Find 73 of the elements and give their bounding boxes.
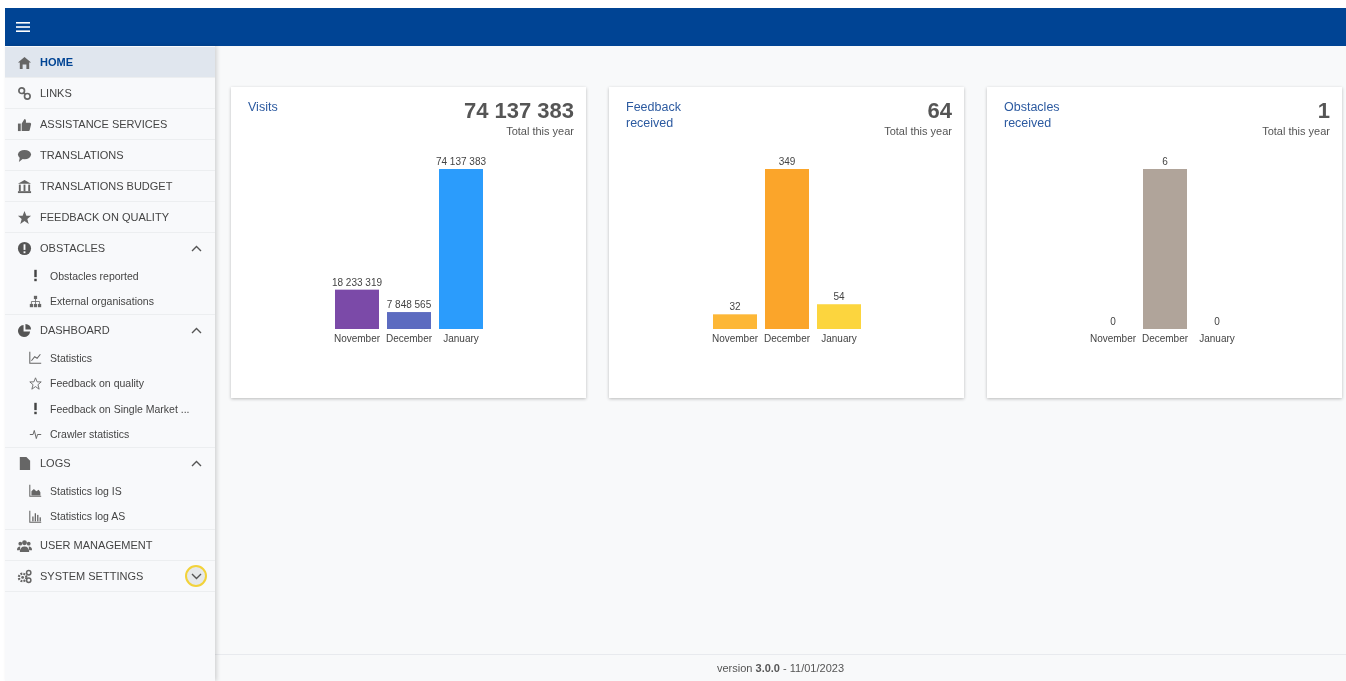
- sidebar-subitem[interactable]: Statistics log AS: [5, 503, 215, 529]
- card-title: Obstacles received: [1004, 99, 1061, 132]
- star-icon: [17, 209, 32, 225]
- bar: [713, 314, 757, 330]
- total-value: 1: [1317, 99, 1330, 124]
- card-title: Feedback received: [626, 99, 682, 132]
- sidebar-item[interactable]: LINKS: [5, 78, 215, 108]
- star-outline-icon: [29, 376, 42, 390]
- value-label: 32: [729, 301, 741, 313]
- file-icon: [17, 455, 32, 471]
- sidebar-subitem[interactable]: Statistics log IS: [5, 478, 215, 504]
- sidebar-item[interactable]: OBSTACLES: [5, 233, 215, 263]
- card-title: Visits: [248, 99, 278, 116]
- sidebar-item[interactable]: USER MANAGEMENT: [5, 530, 215, 560]
- home-icon: [17, 54, 32, 70]
- sidebar-subitem[interactable]: Feedback on Single Market ...: [5, 396, 215, 422]
- pie-chart-icon: [17, 322, 32, 338]
- total-label: Total this year: [1262, 125, 1330, 138]
- total-label: Total this year: [506, 125, 574, 138]
- sidebar-subitem[interactable]: Feedback on quality: [5, 370, 215, 396]
- value-label: 7 848 565: [386, 299, 432, 311]
- sidebar-subitem[interactable]: Crawler statistics: [5, 421, 215, 447]
- sidebar-subitem[interactable]: External organisations: [5, 288, 215, 314]
- category-label: January: [821, 333, 857, 345]
- link-icon: [17, 85, 32, 101]
- category-label: December: [763, 333, 811, 345]
- category-label: November: [1089, 333, 1137, 345]
- bar: [817, 304, 861, 330]
- value-label: 54: [833, 291, 845, 303]
- sidebar-item[interactable]: TRANSLATIONS: [5, 140, 215, 170]
- sidebar-item[interactable]: ASSISTANCE SERVICES: [5, 109, 215, 139]
- chevron-up-icon: [190, 244, 202, 252]
- sidebar-item[interactable]: SYSTEM SETTINGS: [5, 561, 215, 591]
- category-label: November: [333, 333, 381, 345]
- area-chart-icon: [29, 484, 42, 498]
- value-label: 18 233 319: [331, 276, 383, 288]
- total-label: Total this year: [884, 125, 952, 138]
- sidebar-item[interactable]: TRANSLATIONS BUDGET: [5, 171, 215, 201]
- category-label: December: [1141, 333, 1189, 345]
- total-value: 64: [927, 99, 952, 124]
- chevron-down-icon: [190, 572, 202, 580]
- sitemap-icon: [29, 294, 42, 308]
- bar: [387, 312, 431, 330]
- chevron-up-icon: [190, 326, 202, 334]
- gears-icon: [17, 568, 32, 584]
- category-label: January: [443, 333, 479, 345]
- version-text: version 3.0.0 - 11/01/2023: [717, 662, 844, 674]
- value-label: 0: [1214, 316, 1220, 328]
- chevron-up-icon: [190, 459, 202, 467]
- category-label: January: [1199, 333, 1235, 345]
- chevron-button[interactable]: [185, 565, 207, 587]
- bar-chart-icon: [29, 509, 42, 523]
- sidebar-item[interactable]: HOME: [5, 47, 215, 77]
- sidebar-subitem[interactable]: Statistics: [5, 345, 215, 371]
- value-label: 74 137 383: [435, 156, 487, 168]
- value-label: 6: [1162, 156, 1168, 168]
- bar: [335, 289, 379, 330]
- bank-icon: [17, 178, 32, 194]
- category-label: November: [711, 333, 759, 345]
- sidebar-item[interactable]: LOGS: [5, 448, 215, 478]
- category-label: December: [385, 333, 433, 345]
- pulse-icon: [29, 427, 42, 441]
- sidebar-subitem[interactable]: Obstacles reported: [5, 263, 215, 289]
- value-label: 0: [1110, 316, 1116, 328]
- sidebar-item[interactable]: FEEDBACK ON QUALITY: [5, 202, 215, 232]
- sidebar-item[interactable]: DASHBOARD: [5, 315, 215, 345]
- line-chart-icon: [29, 351, 42, 365]
- thumbs-up-icon: [17, 116, 32, 132]
- users-icon: [17, 537, 32, 553]
- value-label: 349: [778, 156, 796, 168]
- total-value: 74 137 383: [463, 99, 574, 124]
- exclamation-circle-icon: [17, 240, 32, 256]
- speech-bubble-icon: [17, 147, 32, 163]
